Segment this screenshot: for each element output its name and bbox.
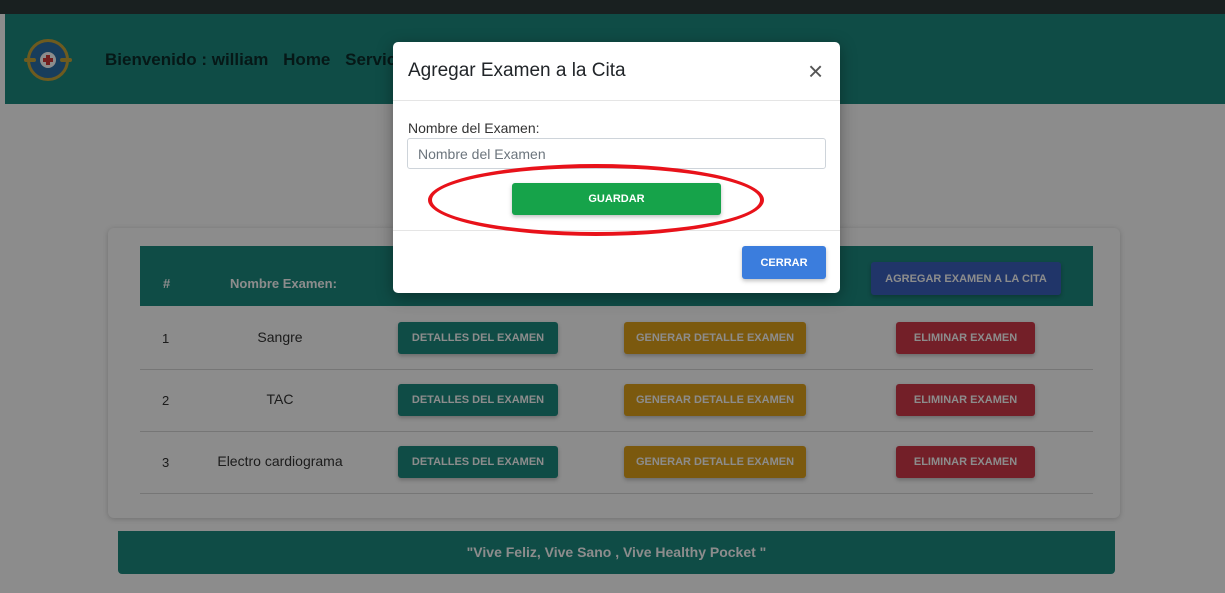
- close-icon[interactable]: ×: [808, 58, 823, 84]
- modal-header-divider: [393, 100, 840, 101]
- exam-name-input[interactable]: [407, 138, 826, 169]
- exam-name-label: Nombre del Examen:: [408, 120, 540, 136]
- save-button[interactable]: GUARDAR: [512, 183, 721, 215]
- add-exam-modal: Agregar Examen a la Cita × Nombre del Ex…: [393, 42, 840, 293]
- modal-title: Agregar Examen a la Cita: [408, 60, 626, 81]
- modal-footer-divider: [393, 230, 840, 231]
- close-button[interactable]: CERRAR: [742, 246, 826, 279]
